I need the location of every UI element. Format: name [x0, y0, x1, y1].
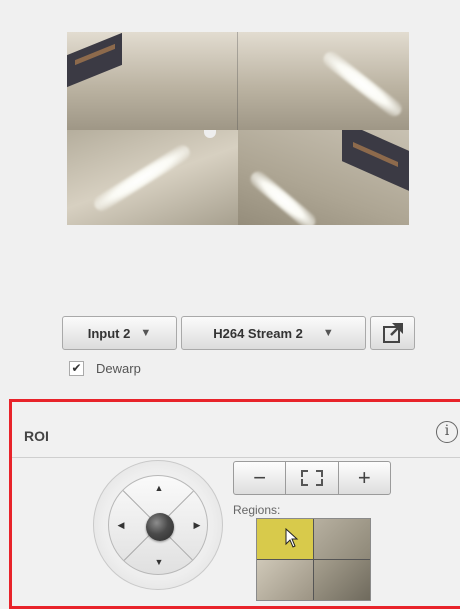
video-preview[interactable]	[67, 32, 409, 225]
dropdown-arrow-icon: ▼	[140, 327, 152, 339]
info-icon[interactable]: i	[436, 421, 458, 443]
regions-grid	[256, 518, 371, 601]
roi-panel: ROI i ▲ ▼ ◀ ▶ − + Regions:	[9, 399, 460, 609]
regions-label: Regions:	[233, 503, 281, 517]
checkmark-icon: ✔	[71, 361, 82, 375]
dewarp-option[interactable]: ✔ Dewarp	[69, 361, 141, 376]
dewarp-checkbox[interactable]: ✔	[69, 361, 84, 376]
zoom-out-button[interactable]: −	[234, 462, 287, 494]
stream-select[interactable]: H264 Stream 2 ▼	[181, 316, 366, 350]
fit-button[interactable]	[286, 462, 339, 494]
ptz-joystick[interactable]: ▲ ▼ ◀ ▶	[93, 460, 223, 590]
region-1-selected[interactable]	[257, 519, 313, 559]
region-3[interactable]	[257, 560, 313, 600]
preview-tile-left	[67, 130, 238, 225]
mouse-cursor-icon	[285, 528, 299, 548]
roi-title: ROI	[24, 428, 49, 444]
region-2[interactable]	[314, 519, 370, 559]
zoom-in-button[interactable]: +	[339, 462, 390, 494]
dewarp-label: Dewarp	[96, 361, 141, 376]
input-select[interactable]: Input 2 ▼	[62, 316, 177, 350]
joystick-knob[interactable]	[146, 513, 174, 541]
pan-right-icon[interactable]: ▶	[191, 520, 203, 531]
zoom-controls: − +	[233, 461, 391, 495]
roi-header: ROI i	[12, 402, 460, 458]
pan-left-icon[interactable]: ◀	[115, 520, 127, 531]
region-4[interactable]	[314, 560, 370, 600]
popout-button[interactable]	[370, 316, 415, 350]
input-select-value: Input 2	[87, 325, 131, 341]
pan-down-icon[interactable]: ▼	[153, 557, 165, 567]
external-window-icon	[382, 323, 403, 343]
pan-up-icon[interactable]: ▲	[153, 483, 165, 493]
stream-select-value: H264 Stream 2	[213, 325, 303, 341]
preview-tile-panorama	[67, 32, 409, 130]
preview-tile-right	[238, 130, 409, 225]
fit-to-window-icon	[300, 470, 323, 486]
dropdown-arrow-icon: ▼	[322, 327, 334, 339]
